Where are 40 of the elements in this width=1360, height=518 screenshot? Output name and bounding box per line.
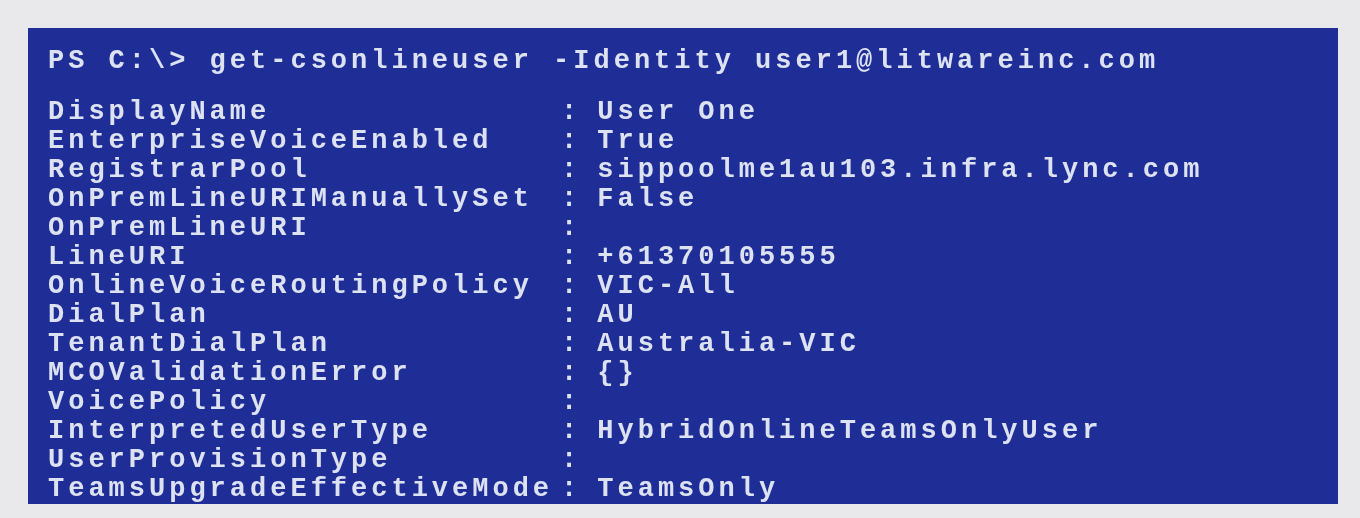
property-value: VIC-All: [597, 272, 740, 301]
property-name: DialPlan: [48, 301, 211, 330]
colon-separator: :: [561, 272, 583, 301]
property-value: Australia-VIC: [597, 330, 861, 359]
colon-separator: :: [561, 475, 583, 504]
colon-separator: :: [561, 301, 583, 330]
property-value: True: [597, 127, 680, 156]
property-name: OnPremLineURI: [48, 214, 312, 243]
property-value: False: [597, 185, 700, 214]
colon-separator: :: [561, 330, 583, 359]
property-name: OnlineVoiceRoutingPolicy: [48, 272, 534, 301]
property-value: +61370105555: [597, 243, 841, 272]
property-name: EnterpriseVoiceEnabled: [48, 127, 494, 156]
colon-separator: :: [561, 417, 583, 446]
property-name: TenantDialPlan: [48, 330, 332, 359]
colon-separator: :: [561, 214, 583, 243]
property-name: TeamsUpgradeEffectiveMode: [48, 475, 555, 504]
property-name: OnPremLineURIManuallySet: [48, 185, 534, 214]
colon-separator: :: [561, 446, 583, 475]
colon-separator: :: [561, 359, 583, 388]
property-name: InterpretedUserType: [48, 417, 433, 446]
property-value: User One: [597, 98, 760, 127]
property-name: DisplayName: [48, 98, 272, 127]
colon-separator: :: [561, 185, 583, 214]
property-name: MCOValidationError: [48, 359, 413, 388]
colon-separator: :: [561, 156, 583, 185]
property-name: RegistrarPool: [48, 156, 312, 185]
property-name: VoicePolicy: [48, 388, 272, 417]
property-value: {}: [597, 359, 639, 388]
property-name: UserProvisionType: [48, 446, 393, 475]
colon-separator: :: [561, 127, 583, 156]
property-value: HybridOnlineTeamsOnlyUser: [597, 417, 1104, 446]
property-value: TeamsOnly: [597, 475, 781, 504]
property-name: LineURI: [48, 243, 191, 272]
property-value: AU: [597, 301, 639, 330]
colon-separator: :: [561, 243, 583, 272]
colon-separator: :: [561, 388, 583, 417]
command-line: PS C:\> get-csonlineuser -Identity user1@litwareinc.com: [48, 46, 1161, 76]
colon-separator: :: [561, 98, 583, 127]
property-value: sippoolme1au103.infra.lync.com: [597, 156, 1204, 185]
